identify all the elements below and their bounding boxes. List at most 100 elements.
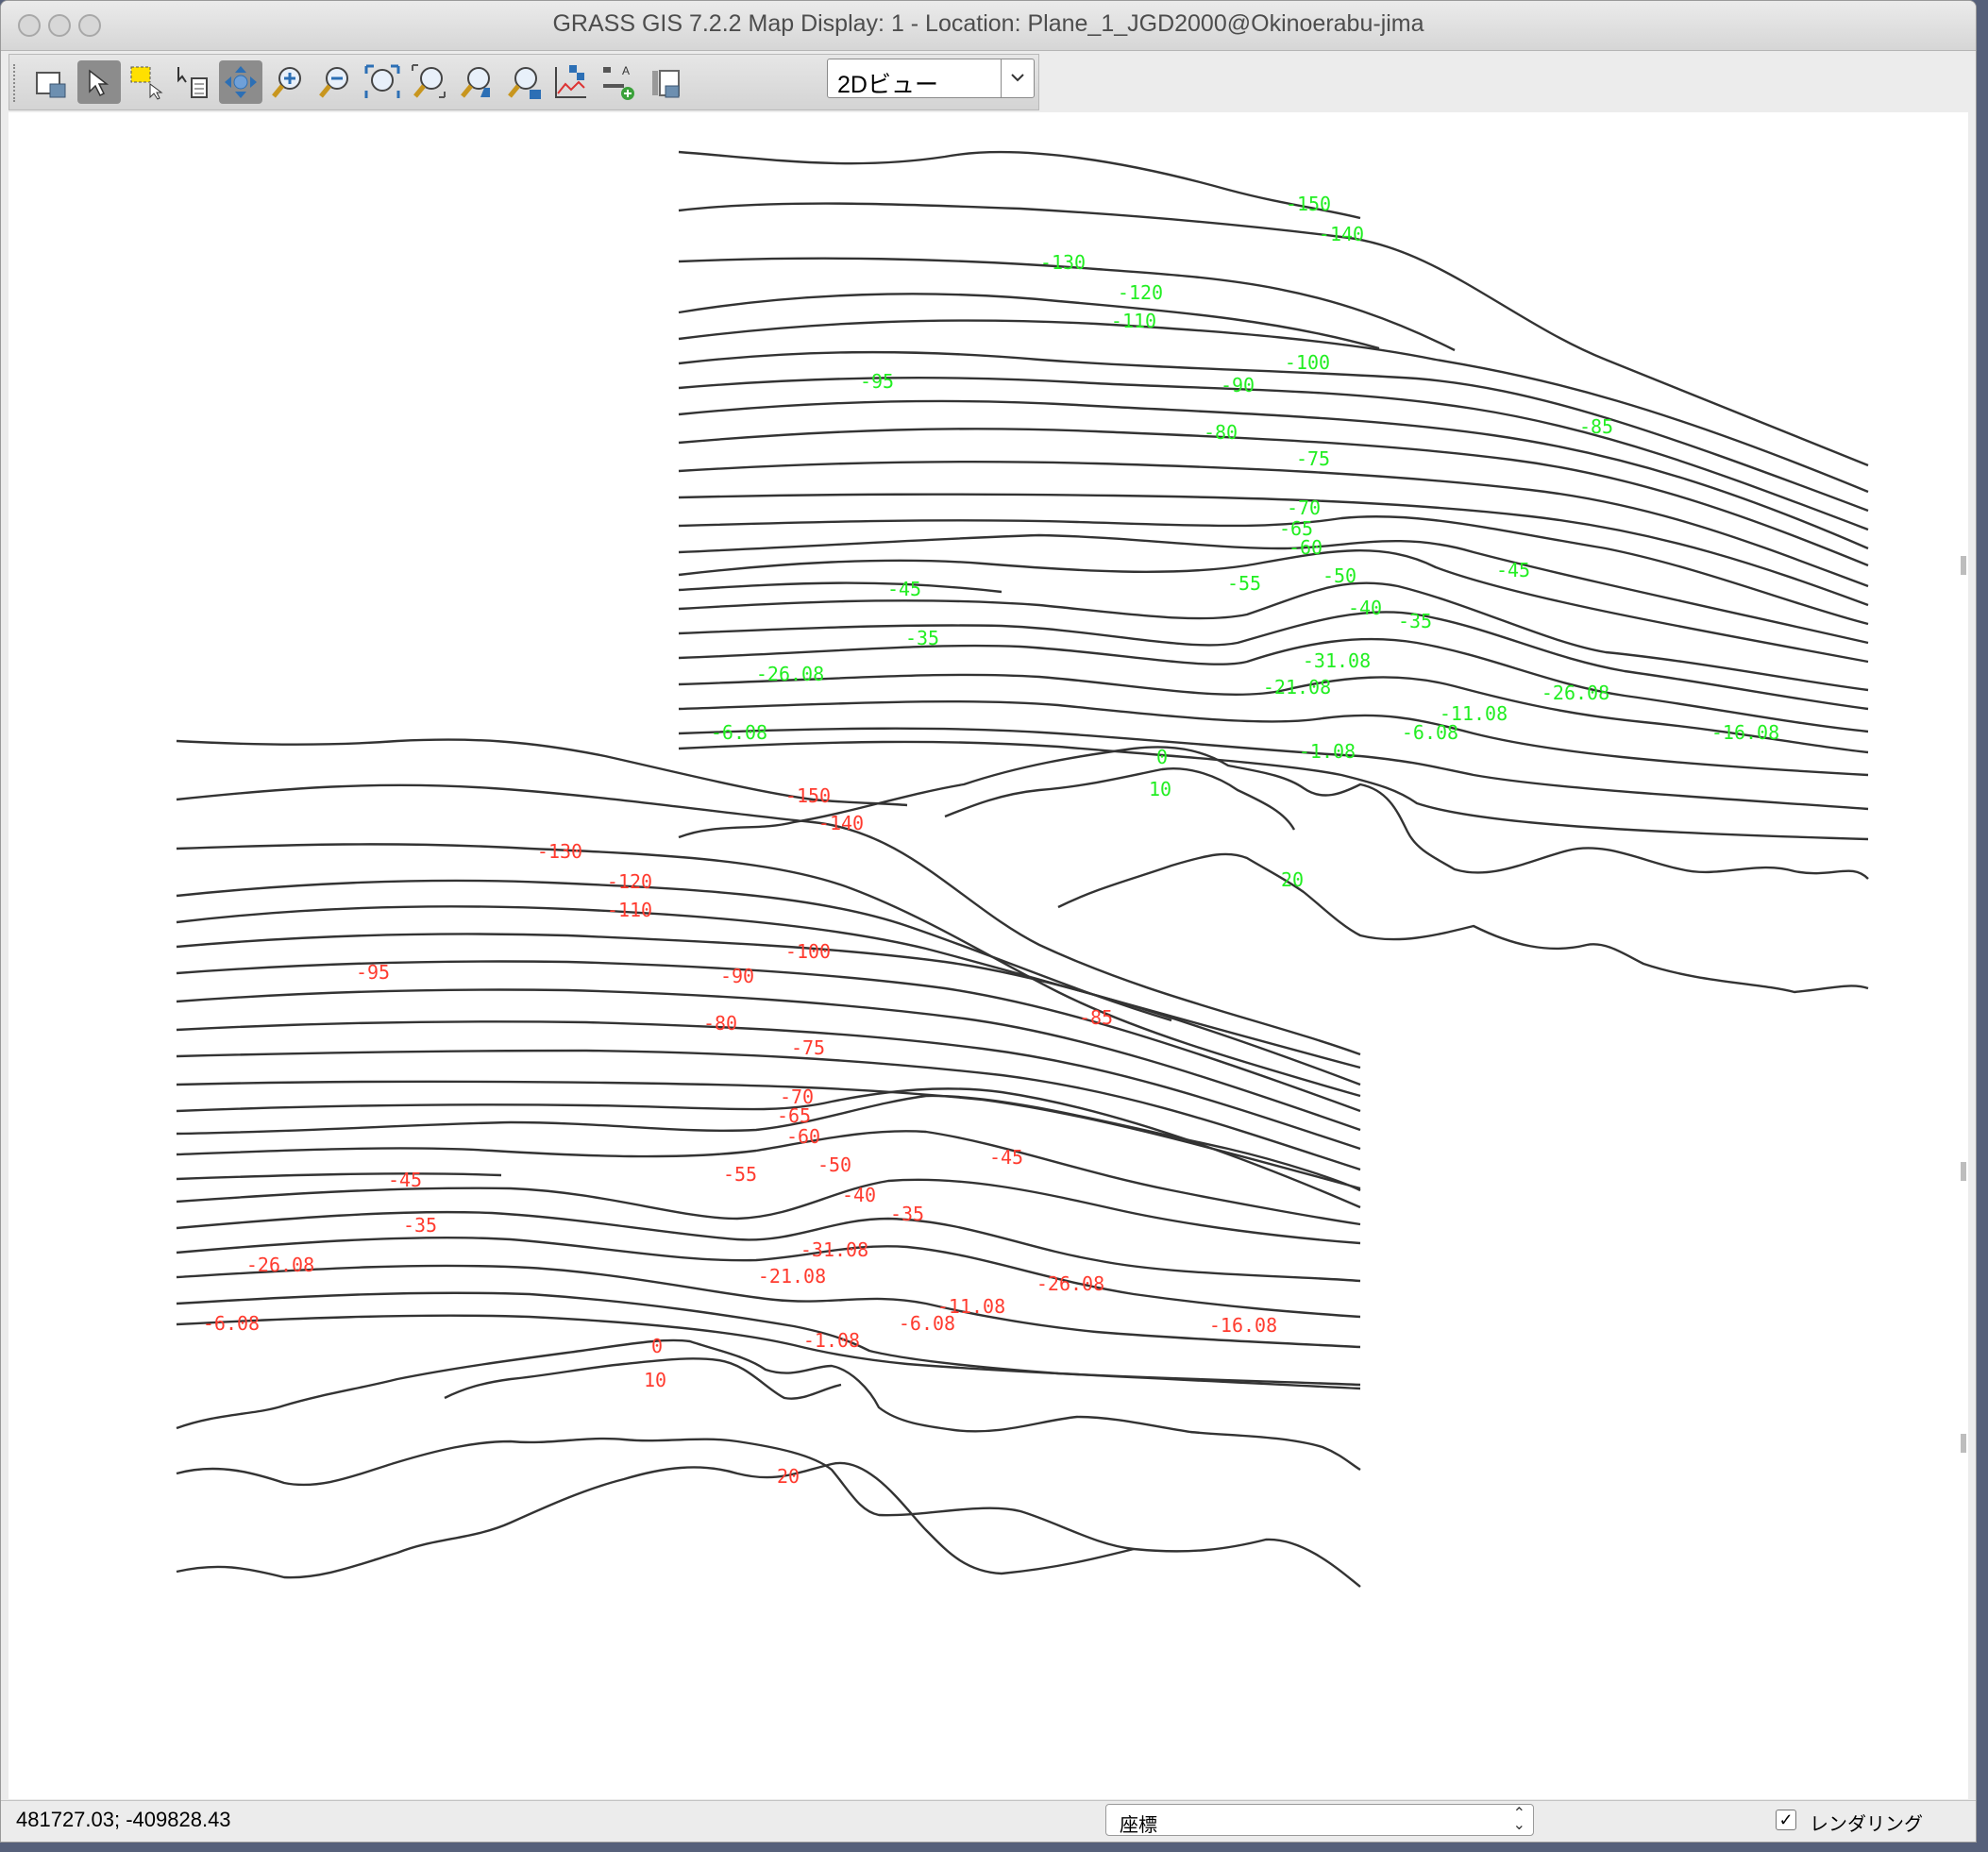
- upper-coastline: [678, 746, 1869, 994]
- contour-label: -55: [723, 1163, 757, 1186]
- contour-line: [678, 581, 1869, 692]
- contour-label: -80: [1204, 421, 1238, 444]
- pan-icon: [225, 66, 257, 98]
- contour-label: -40: [1348, 597, 1382, 619]
- toolbar-grip[interactable]: [13, 64, 19, 102]
- status-bar: 481727.03; -409828.43 座標 ⌃ ⌄ ✓ レンダリング: [1, 1800, 1976, 1842]
- contour-label: 0: [651, 1335, 663, 1357]
- contour-label: -130: [537, 840, 582, 863]
- zoom-region-icon: [412, 64, 446, 98]
- contour-label: -70: [1287, 497, 1321, 519]
- zoom-extent-button[interactable]: [361, 60, 404, 104]
- contour-label: 20: [777, 1465, 800, 1488]
- display-mode-select[interactable]: 座標 ⌃ ⌄: [1105, 1804, 1534, 1836]
- contour-line: [678, 377, 1869, 531]
- coastline: [176, 1338, 1361, 1472]
- coastline: [176, 1461, 1135, 1579]
- zoom-out-icon: [319, 67, 348, 98]
- contour-label: -100: [785, 940, 831, 963]
- svg-text:A: A: [622, 64, 630, 77]
- contour-label: -75: [1296, 447, 1330, 470]
- contour-line: [678, 727, 1869, 811]
- contour-label: -31.08: [1303, 649, 1371, 672]
- zoom-menu-icon: [508, 67, 541, 99]
- view-mode-arrow: [1001, 59, 1034, 97]
- view-mode-value: 2Dビュー: [837, 72, 938, 98]
- save-image-icon: [652, 70, 680, 98]
- query-icon: [177, 67, 208, 98]
- contour-label: -6.08: [899, 1312, 955, 1335]
- map-canvas[interactable]: -150 -140 -130 -120 -110 -100 -95 -90 -85 -80 -75 -…: [8, 112, 1968, 1799]
- contour-label: -80: [703, 1012, 737, 1035]
- analyze-button[interactable]: [549, 60, 593, 104]
- zoom-back-button[interactable]: [455, 60, 498, 104]
- contour-label: -26.08: [1036, 1272, 1104, 1295]
- contour-label: -1.08: [803, 1329, 860, 1352]
- pointer-icon: [89, 69, 110, 97]
- save-image-button[interactable]: [644, 60, 687, 104]
- window-title: GRASS GIS 7.2.2 Map Display: 1 - Locatio…: [552, 10, 1424, 37]
- contour-label: 0: [1156, 746, 1168, 768]
- contour-map: -150 -140 -130 -120 -110 -100 -95 -90 -85 -80 -75 -…: [176, 150, 1869, 1588]
- contour-label: -90: [1221, 374, 1255, 396]
- contour-label: -45: [887, 578, 921, 600]
- contour-label: -120: [607, 870, 652, 893]
- contour-label: -150: [785, 784, 831, 807]
- contour-label: -95: [356, 961, 390, 984]
- contour-label: -1.08: [1299, 740, 1356, 763]
- select-features-button[interactable]: [125, 60, 168, 104]
- contour-line: [176, 879, 1172, 1022]
- contour-label: -6.08: [203, 1312, 260, 1335]
- contour-label: 20: [1281, 868, 1304, 891]
- coastline: [944, 767, 1296, 831]
- contour-label: 10: [1149, 778, 1171, 800]
- contour-label: -85: [1079, 1006, 1113, 1029]
- render-checkbox[interactable]: ✓: [1776, 1810, 1796, 1830]
- pointer-button[interactable]: [77, 60, 121, 104]
- zoom-in-button[interactable]: [266, 60, 310, 104]
- zoom-menu-button[interactable]: [502, 60, 546, 104]
- pan-button[interactable]: [219, 60, 262, 104]
- view-mode-select[interactable]: 2Dビュー: [827, 59, 1035, 98]
- contour-label: -95: [860, 370, 894, 393]
- contour-label: -85: [1579, 415, 1613, 438]
- display-mode-value: 座標: [1120, 1815, 1157, 1836]
- query-button[interactable]: [172, 60, 215, 104]
- contour-label: -60: [786, 1125, 820, 1148]
- contour-line: [176, 1178, 1361, 1245]
- contour-label: -60: [1289, 536, 1323, 559]
- contour-line: [678, 581, 1002, 594]
- contour-label: -40: [842, 1184, 876, 1206]
- zoom-extent-icon: [364, 64, 400, 98]
- contour-line: [678, 319, 1869, 494]
- contour-label: -21.08: [1263, 676, 1331, 699]
- contour-label: 10: [644, 1369, 666, 1391]
- contour-label: -65: [777, 1104, 811, 1127]
- scroll-indicator: [1961, 1162, 1966, 1181]
- coordinates-readout: 481727.03; -409828.43: [16, 1808, 231, 1831]
- contour-label: -55: [1227, 572, 1261, 595]
- overlay-icon: A: [603, 64, 634, 100]
- zoom-back-icon: [461, 67, 490, 98]
- render-label: レンダリング: [1810, 1814, 1923, 1835]
- contour-line: [176, 933, 1361, 1086]
- contour-label: -150: [1286, 193, 1331, 215]
- contour-label: -31.08: [800, 1238, 868, 1261]
- contour-line: [678, 699, 1869, 777]
- contour-label: -35: [1398, 610, 1432, 632]
- contour-label: -26.08: [246, 1254, 314, 1276]
- contour-label: -21.08: [758, 1265, 826, 1288]
- contour-line: [176, 960, 1361, 1113]
- contour-label: -6.08: [1402, 721, 1458, 744]
- contour-line: [176, 1130, 1361, 1226]
- contour-line: [678, 428, 1869, 567]
- contour-line: [176, 1080, 1361, 1190]
- zoom-region-button[interactable]: [408, 60, 451, 104]
- updown-chevron-icon: ⌃ ⌄: [1512, 1806, 1525, 1833]
- display-map-button[interactable]: [28, 60, 72, 104]
- zoom-out-button[interactable]: [313, 60, 357, 104]
- lower-contour-lines: [176, 738, 1361, 1390]
- contour-line: [176, 1172, 502, 1181]
- scroll-indicator: [1961, 556, 1966, 575]
- overlay-button[interactable]: A: [597, 60, 640, 104]
